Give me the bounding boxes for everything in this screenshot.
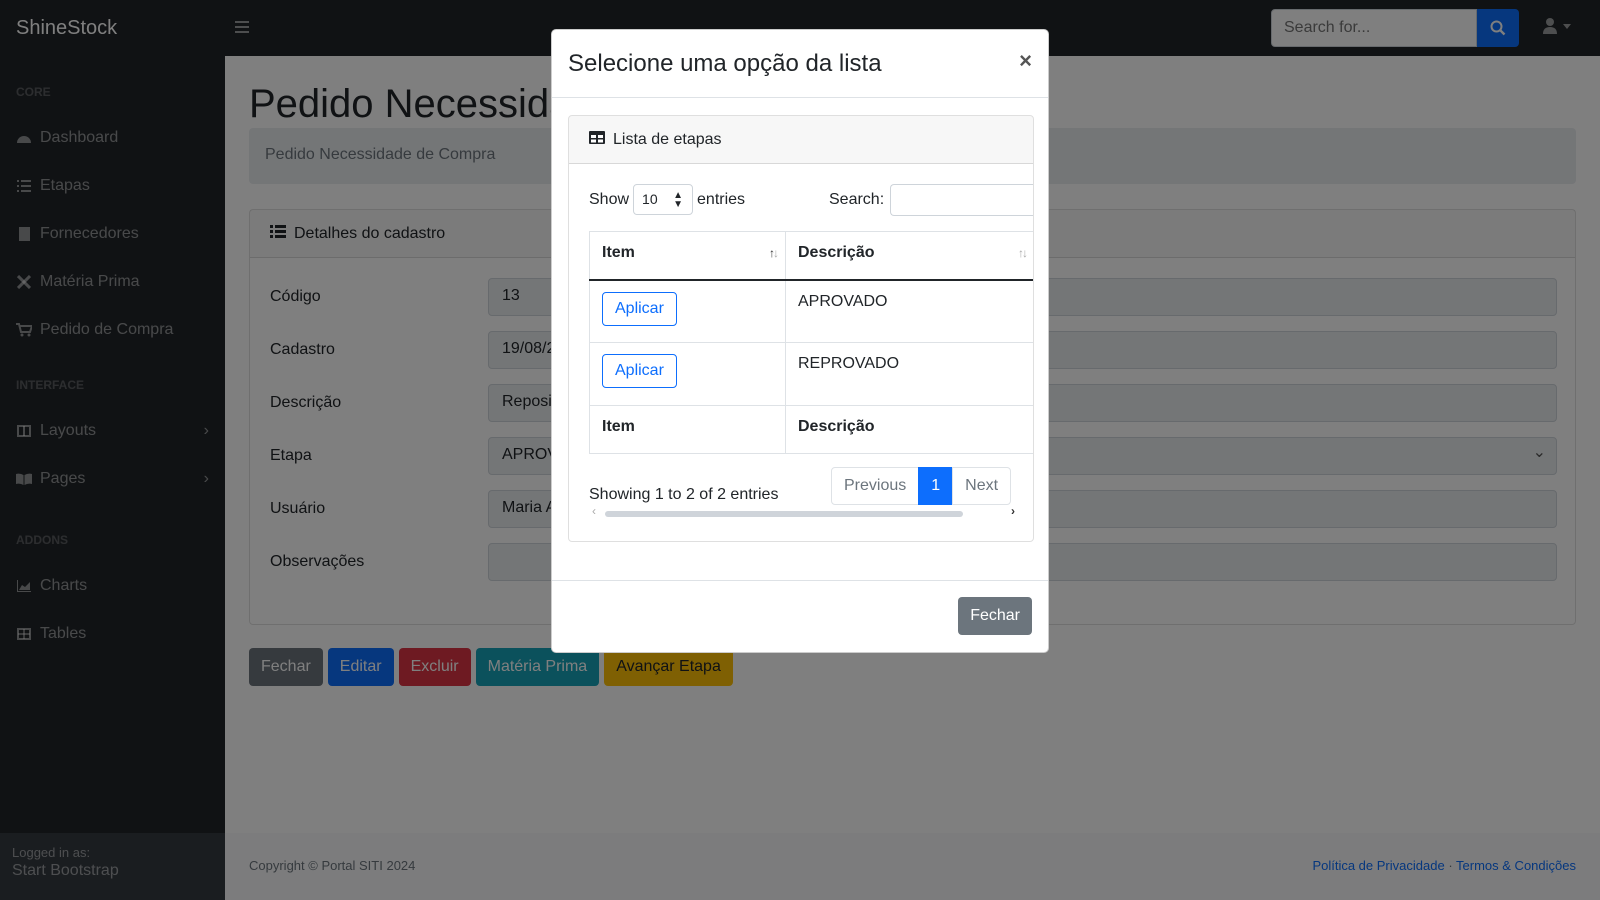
scrollbar-thumb[interactable] [605, 511, 963, 517]
close-icon[interactable]: × [1019, 48, 1032, 74]
modal-footer: Fechar [552, 580, 1048, 652]
sort-arrows-icon: ▲ ▼ [673, 190, 684, 210]
column-label: Item [602, 244, 635, 261]
column-label: Descrição [798, 244, 875, 261]
scroll-left-icon[interactable]: ‹ [592, 504, 596, 518]
table-row: Aplicar REPROVADO [589, 342, 1033, 406]
page-1-button[interactable]: 1 [918, 467, 954, 505]
table-header-row: Item ↑↓ Descrição ↑↓ [589, 231, 1033, 281]
table-cell: Aplicar [589, 279, 786, 343]
table-icon [589, 130, 605, 149]
datatable-search-input[interactable] [890, 184, 1033, 216]
aplicar-button[interactable]: Aplicar [602, 354, 677, 388]
etapas-list-card: Lista de etapas Show 10 ▲ ▼ entries Searc… [568, 115, 1034, 542]
entries-value: 10 [642, 191, 658, 207]
show-label: Show [589, 190, 630, 208]
scroll-right-icon[interactable]: › [1011, 504, 1015, 518]
etapas-table: Item ↑↓ Descrição ↑↓ Aplicar APROVADO Ap… [589, 231, 1033, 454]
horizontal-scrollbar[interactable]: ‹ › [589, 504, 1015, 519]
modal-header: Selecione uma opção da lista × [552, 30, 1048, 98]
table-cell: APROVADO [785, 279, 1033, 343]
sort-icon: ↑↓ [769, 246, 779, 260]
etapas-card-header: Lista de etapas [569, 116, 1033, 164]
sort-icon: ↑↓ [1018, 246, 1028, 260]
pagination: Previous 1 Next [831, 467, 1012, 505]
entries-length: Show 10 ▲ ▼ entries [589, 184, 745, 215]
modal-title: Selecione uma opção da lista [568, 49, 882, 77]
modal-fechar-button[interactable]: Fechar [958, 597, 1032, 635]
table-cell: REPROVADO [785, 342, 1033, 406]
column-header-item[interactable]: Item ↑↓ [589, 231, 786, 281]
datatable-search: Search: [829, 184, 1033, 216]
entries-label: entries [697, 190, 746, 208]
table-footer-row: Item Descrição [589, 405, 1033, 454]
select-option-modal: Selecione uma opção da lista × Lista de … [551, 29, 1049, 653]
aplicar-button[interactable]: Aplicar [602, 291, 677, 326]
column-footer-item: Item [589, 405, 786, 454]
previous-page-button[interactable]: Previous [831, 467, 920, 505]
datatable-controls: Show 10 ▲ ▼ entries Search: [589, 184, 1033, 216]
table-row: Aplicar APROVADO [589, 279, 1033, 343]
table-cell: Aplicar [589, 342, 786, 406]
card-title: Lista de etapas [613, 130, 722, 148]
column-header-descricao[interactable]: Descrição ↑↓ [785, 231, 1033, 281]
next-page-button[interactable]: Next [952, 467, 1012, 505]
datatable-info: Showing 1 to 2 of 2 entries [589, 486, 779, 503]
column-footer-descricao: Descrição [785, 405, 1033, 454]
entries-select[interactable]: 10 ▲ ▼ [633, 184, 694, 215]
search-label: Search: [829, 191, 885, 208]
